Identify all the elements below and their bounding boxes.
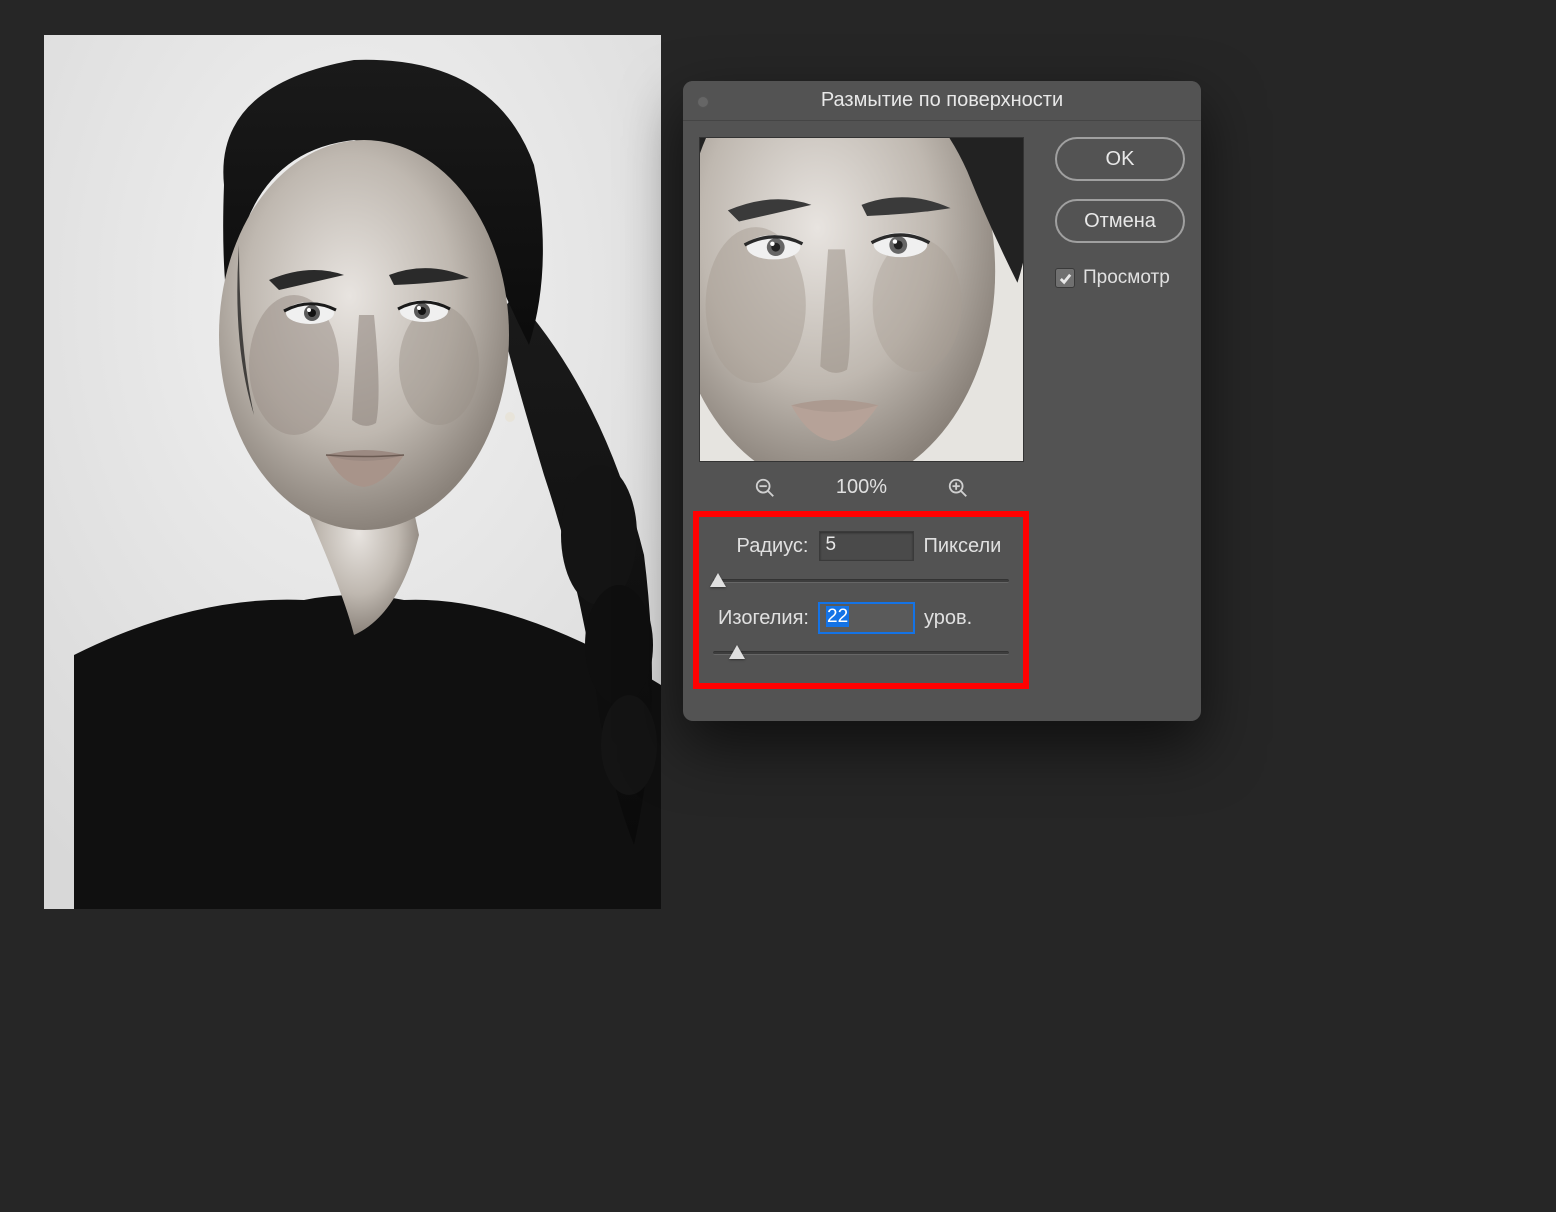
preview-checkbox-label: Просмотр (1083, 267, 1170, 289)
threshold-input[interactable]: 22 (819, 603, 914, 633)
ok-button[interactable]: OK (1055, 137, 1185, 181)
radius-input[interactable]: 5 (819, 531, 914, 561)
zoom-in-icon[interactable] (947, 477, 969, 499)
surface-blur-dialog: Размытие по поверхности (683, 81, 1201, 721)
check-icon (1058, 271, 1073, 286)
highlighted-controls: Радиус: 5 Пиксели Изогелия: 22 уров. (693, 511, 1029, 689)
threshold-label: Изогелия: (718, 607, 809, 630)
preview-checkbox[interactable] (1055, 268, 1075, 288)
radius-label: Радиус: (719, 535, 809, 558)
threshold-unit: уров. (924, 607, 1004, 630)
portrait-placeholder (44, 35, 661, 909)
zoom-out-icon[interactable] (754, 477, 776, 499)
cancel-button[interactable]: Отмена (1055, 199, 1185, 243)
radius-slider-thumb[interactable] (710, 573, 726, 587)
radius-unit: Пиксели (924, 535, 1004, 558)
radius-slider[interactable] (713, 571, 1009, 591)
dialog-titlebar[interactable]: Размытие по поверхности (683, 81, 1201, 121)
dialog-title: Размытие по поверхности (821, 89, 1063, 112)
filter-preview[interactable] (699, 137, 1024, 462)
preview-image (700, 138, 1023, 461)
threshold-slider[interactable] (713, 643, 1009, 663)
threshold-slider-thumb[interactable] (729, 645, 745, 659)
zoom-level: 100% (836, 476, 887, 499)
window-close-dot[interactable] (697, 96, 709, 108)
document-canvas[interactable] (44, 35, 661, 909)
